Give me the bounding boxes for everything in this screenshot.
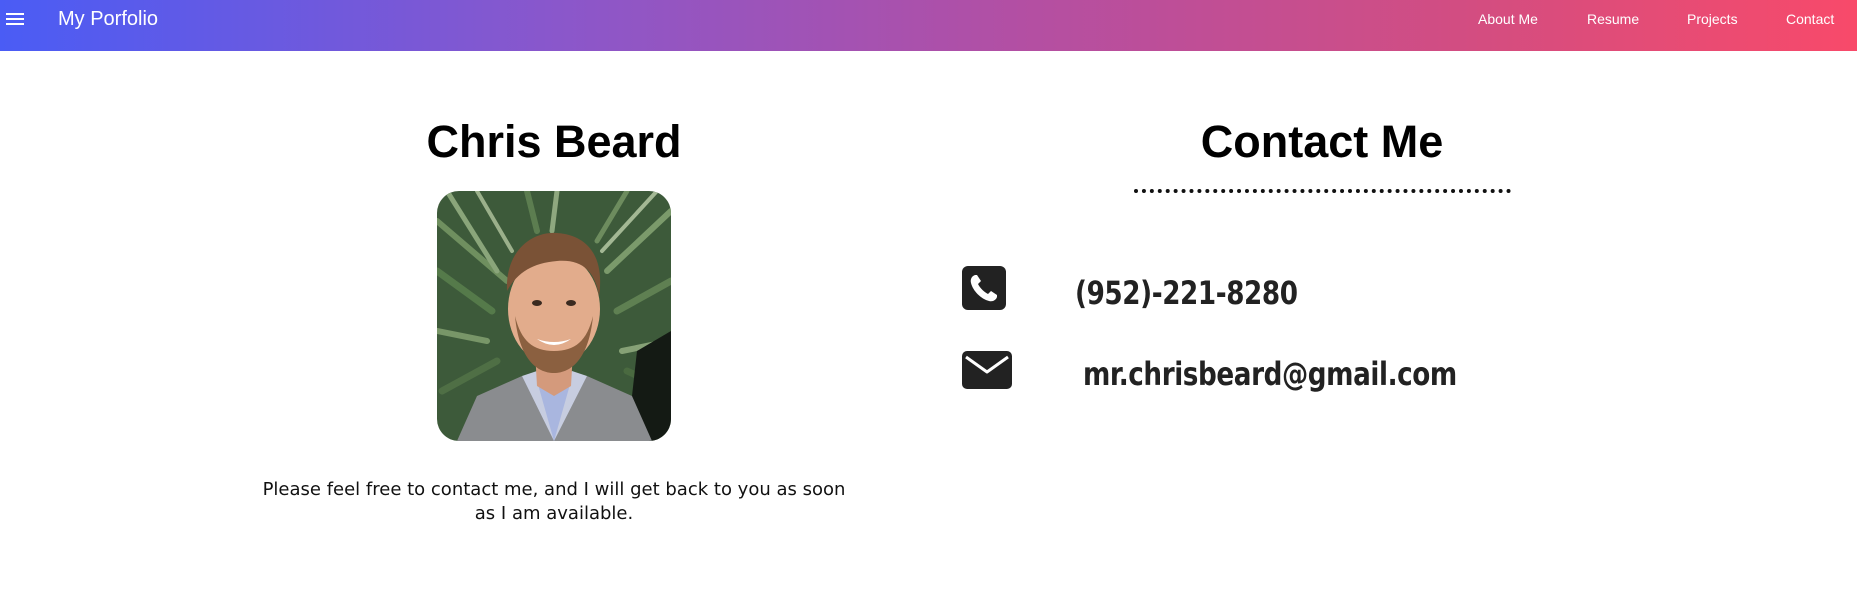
email-address[interactable]: mr.chrisbeard@gmail.com [1083, 355, 1457, 393]
phone-icon [962, 266, 1006, 310]
contact-heading: Contact Me [1200, 116, 1444, 167]
top-navbar: My Porfolio About Me Resume Projects Con… [0, 0, 1857, 51]
profile-photo [437, 191, 671, 441]
brand-link[interactable]: My Porfolio [58, 8, 158, 31]
dotted-divider [1134, 189, 1511, 193]
contact-note: Please feel free to contact me, and I wi… [262, 479, 846, 524]
envelope-icon [962, 351, 1012, 389]
nav-about-me[interactable]: About Me [1478, 11, 1538, 27]
nav-contact[interactable]: Contact [1786, 11, 1834, 27]
phone-number[interactable]: (952)-221-8280 [1075, 274, 1298, 312]
nav-projects[interactable]: Projects [1687, 11, 1738, 27]
hamburger-icon[interactable] [6, 13, 24, 26]
profile-name: Chris Beard [426, 116, 682, 167]
nav-resume[interactable]: Resume [1587, 11, 1639, 27]
